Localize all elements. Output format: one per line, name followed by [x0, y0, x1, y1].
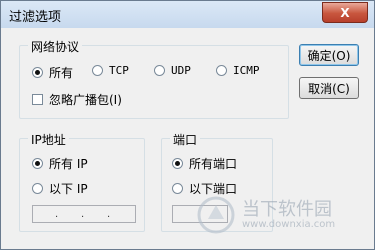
protocol-icmp-label: ICMP — [233, 64, 260, 77]
radio-selected-icon — [32, 158, 43, 169]
watermark-logo-icon — [197, 196, 235, 234]
cancel-button-label: 取消(C) — [308, 81, 350, 96]
ip-dot: . — [81, 209, 85, 220]
ip-all-radio[interactable]: 所有 IP — [32, 155, 88, 172]
cancel-button[interactable]: 取消(C) — [299, 77, 359, 99]
close-icon: X — [340, 5, 350, 20]
ip-group-legend: IP地址 — [28, 131, 69, 148]
watermark-url: www.downxia.com — [242, 219, 336, 230]
ip-below-radio[interactable]: 以下 IP — [32, 180, 88, 197]
radio-selected-icon — [172, 158, 183, 169]
filter-options-dialog: 过滤选项 X 网络协议 所有 TCP UDP ICMP 忽略广播包(I) 确定(… — [0, 0, 375, 250]
ip-all-label: 所有 IP — [49, 157, 88, 171]
radio-selected-icon — [32, 67, 43, 78]
ok-button[interactable]: 确定(O) — [299, 44, 359, 66]
radio-icon — [216, 65, 227, 76]
watermark: 当下软件园 www.downxia.com — [196, 195, 356, 239]
protocol-icmp-radio[interactable]: ICMP — [216, 64, 260, 77]
checkbox-icon — [32, 94, 43, 105]
ignore-broadcast-checkbox[interactable]: 忽略广播包(I) — [32, 91, 122, 108]
port-all-radio[interactable]: 所有端口 — [172, 155, 237, 172]
ok-button-label: 确定(O) — [307, 48, 351, 63]
protocol-udp-radio[interactable]: UDP — [154, 64, 191, 77]
close-button[interactable]: X — [322, 2, 368, 23]
radio-icon — [154, 65, 165, 76]
protocol-group-legend: 网络协议 — [28, 38, 83, 55]
radio-icon — [172, 183, 183, 194]
protocol-udp-label: UDP — [171, 64, 191, 77]
ip-dot: . — [55, 209, 59, 220]
ip-dot: . — [107, 209, 111, 220]
protocol-all-label: 所有 — [49, 66, 74, 80]
ignore-broadcast-label: 忽略广播包(I) — [49, 93, 122, 107]
port-group-legend: 端口 — [170, 131, 201, 148]
protocol-group: 网络协议 所有 TCP UDP ICMP 忽略广播包(I) — [19, 38, 289, 119]
ip-below-label: 以下 IP — [49, 182, 88, 196]
protocol-tcp-label: TCP — [109, 64, 129, 77]
protocol-tcp-radio[interactable]: TCP — [92, 64, 129, 77]
ip-address-input[interactable]: . . . — [32, 205, 136, 223]
radio-icon — [32, 183, 43, 194]
watermark-name: 当下软件园 — [242, 199, 332, 220]
ip-group: IP地址 所有 IP 以下 IP . . . — [19, 131, 145, 232]
title-bar: 过滤选项 X — [1, 1, 374, 28]
radio-icon — [92, 65, 103, 76]
protocol-all-radio[interactable]: 所有 — [32, 64, 73, 81]
window-title: 过滤选项 — [9, 10, 62, 25]
port-all-label: 所有端口 — [189, 157, 238, 171]
